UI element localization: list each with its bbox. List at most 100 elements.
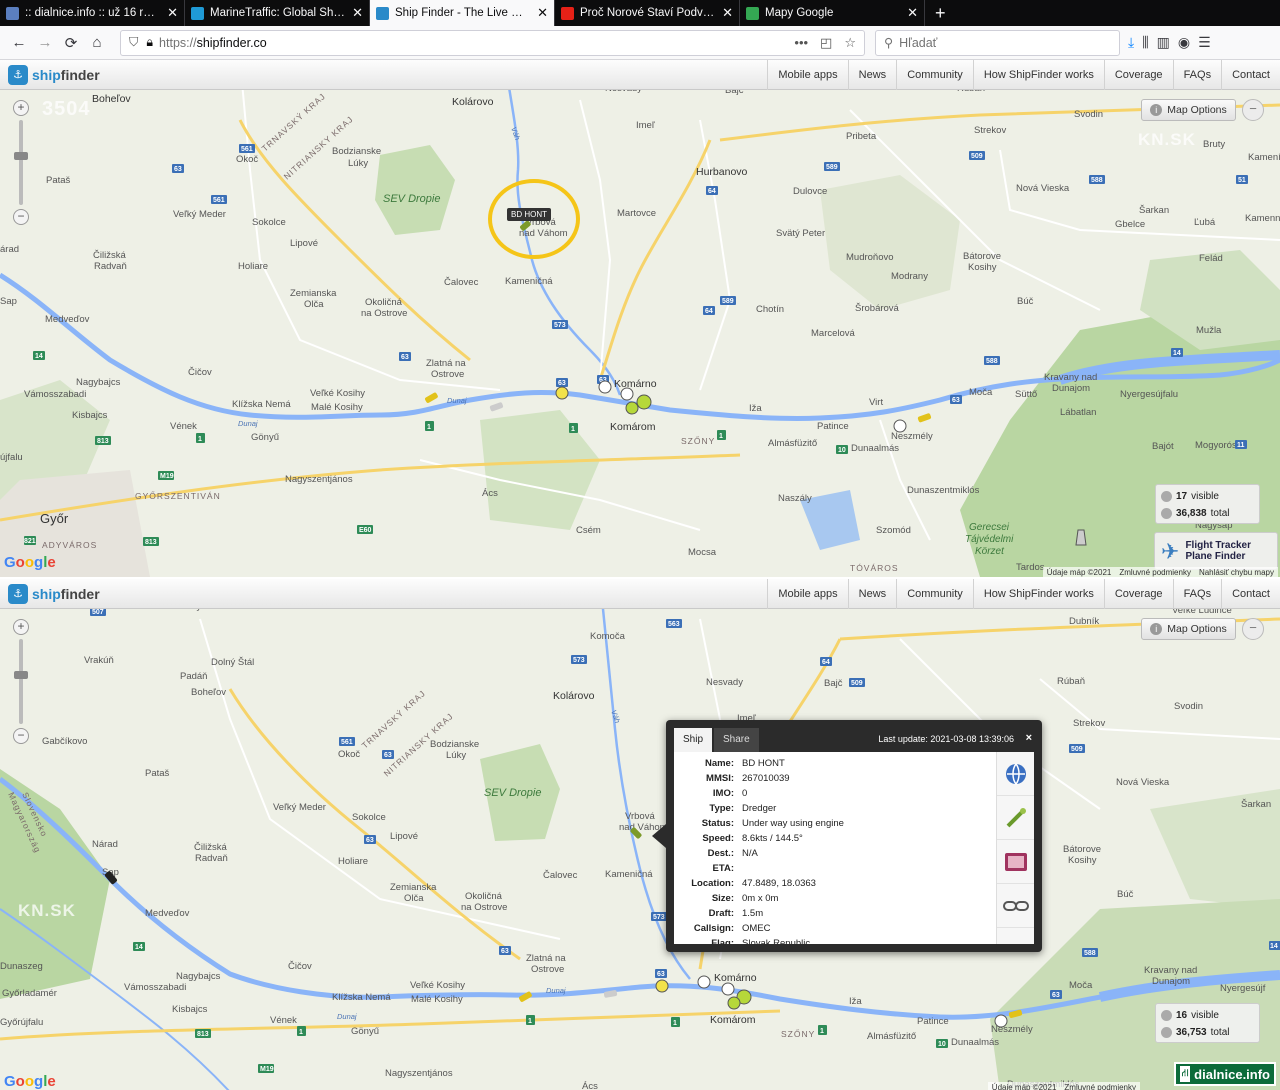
search-input[interactable]: ⚲ Hľadať bbox=[875, 29, 1120, 56]
menu-item[interactable]: Coverage bbox=[1103, 579, 1173, 609]
pocket-icon[interactable]: ◰ bbox=[820, 35, 832, 51]
svg-text:Vének: Vének bbox=[270, 1015, 297, 1026]
tab-share[interactable]: Share bbox=[714, 728, 759, 752]
shipfinder-logo[interactable]: ⚓ ship finder bbox=[8, 64, 100, 85]
menu-item[interactable]: Mobile apps bbox=[767, 60, 847, 90]
menu-item[interactable]: How ShipFinder works bbox=[972, 579, 1104, 609]
browser-tab[interactable]: Proč Norové Staví Podvodní Dá ✕ bbox=[555, 0, 740, 26]
menu-item[interactable]: News bbox=[847, 60, 897, 90]
account-icon[interactable]: ◉ bbox=[1178, 34, 1190, 51]
zoom-in-button[interactable]: + bbox=[13, 100, 29, 116]
menu-item[interactable]: Contact bbox=[1221, 579, 1280, 609]
menu-item[interactable]: Coverage bbox=[1103, 60, 1173, 90]
svg-text:1: 1 bbox=[427, 424, 431, 431]
globe-icon[interactable] bbox=[997, 752, 1034, 796]
detail-value: 267010039 bbox=[742, 773, 790, 784]
zoom-out-button[interactable]: − bbox=[13, 209, 29, 225]
menu-item[interactable]: FAQs bbox=[1172, 60, 1222, 90]
zoom-slider[interactable] bbox=[14, 120, 28, 205]
svg-text:Patince: Patince bbox=[817, 421, 849, 432]
svg-text:újfalu: újfalu bbox=[0, 452, 23, 463]
svg-text:14: 14 bbox=[35, 353, 43, 360]
svg-text:Vrakúň: Vrakúň bbox=[84, 655, 114, 666]
attribution-link[interactable]: Zmluvné podmienky bbox=[1064, 1083, 1136, 1090]
logo-text-ship: ship bbox=[32, 66, 61, 83]
attribution-link[interactable]: Údaje máp ©2021 bbox=[1047, 568, 1112, 577]
close-tab-icon[interactable]: ✕ bbox=[167, 5, 178, 21]
shield-icon[interactable]: ⛉ bbox=[129, 35, 138, 50]
menu-item[interactable]: Contact bbox=[1221, 60, 1280, 90]
zoom-control-bottom[interactable]: + − bbox=[11, 619, 31, 754]
close-tab-icon[interactable]: ✕ bbox=[352, 5, 363, 21]
menu-item[interactable]: Community bbox=[896, 579, 973, 609]
zoom-slider-handle[interactable] bbox=[14, 671, 28, 679]
svg-text:11: 11 bbox=[1237, 442, 1245, 449]
popup-pointer bbox=[652, 824, 666, 848]
attribution-link[interactable]: Údaje máp ©2021 bbox=[992, 1083, 1057, 1090]
shipfinder-logo[interactable]: ⚓ ship finder bbox=[8, 583, 100, 604]
minimize-button[interactable]: − bbox=[1242, 618, 1264, 640]
svg-text:Almásfüzitő: Almásfüzitő bbox=[768, 438, 817, 449]
detail-value: 1.5m bbox=[742, 908, 764, 919]
link-icon[interactable] bbox=[997, 884, 1034, 928]
zoom-slider[interactable] bbox=[14, 639, 28, 724]
close-icon[interactable]: × bbox=[1026, 732, 1032, 744]
svg-text:Dunajom: Dunajom bbox=[1052, 383, 1090, 394]
browser-tab[interactable]: Ship Finder - The Live Marine T ✕ bbox=[370, 0, 555, 26]
back-icon[interactable]: ← bbox=[6, 30, 32, 56]
bookmark-star-icon[interactable]: ☆ bbox=[844, 35, 856, 51]
tab-ship[interactable]: Ship bbox=[674, 728, 713, 752]
minimize-button[interactable]: − bbox=[1242, 99, 1264, 121]
svg-text:813: 813 bbox=[145, 539, 157, 546]
menu-item[interactable]: Mobile apps bbox=[767, 579, 847, 609]
svg-text:Lábatlan: Lábatlan bbox=[1060, 407, 1096, 418]
map-options-button[interactable]: i Map Options bbox=[1141, 618, 1236, 640]
zoom-slider-handle[interactable] bbox=[14, 152, 28, 160]
svg-text:Bátorove: Bátorove bbox=[1063, 844, 1101, 855]
library-icon[interactable]: ⫼ bbox=[1142, 34, 1148, 51]
menu-item[interactable]: News bbox=[847, 579, 897, 609]
svg-text:Zemianska: Zemianska bbox=[390, 882, 437, 893]
download-icon[interactable]: ⤓ bbox=[1128, 34, 1134, 51]
home-icon[interactable]: ⌂ bbox=[84, 30, 110, 56]
logo-text-finder: finder bbox=[60, 66, 100, 83]
zoom-in-button[interactable]: + bbox=[13, 619, 29, 635]
page-actions-icon[interactable]: ••• bbox=[794, 35, 808, 51]
browser-tab[interactable]: :: dialnice.info :: už 16 rokov o c ✕ bbox=[0, 0, 185, 26]
hamburger-menu-icon[interactable]: ☰ bbox=[1198, 34, 1211, 51]
zoom-out-button[interactable]: − bbox=[13, 728, 29, 744]
menu-item[interactable]: Community bbox=[896, 60, 973, 90]
svg-text:Kravany nad: Kravany nad bbox=[1144, 965, 1197, 976]
reload-icon[interactable]: ⟳ bbox=[58, 30, 84, 56]
svg-text:Dunaj: Dunaj bbox=[238, 419, 258, 428]
close-tab-icon[interactable]: ✕ bbox=[537, 5, 548, 21]
browser-tab[interactable]: Mapy Google ✕ bbox=[740, 0, 925, 26]
map-canvas-bottom[interactable]: Kútniky Topoľníky Dolný Bar Veľké Ludinc… bbox=[0, 579, 1280, 1090]
sidebar-icon[interactable]: ▥ bbox=[1157, 34, 1170, 51]
menu-item[interactable]: How ShipFinder works bbox=[972, 60, 1104, 90]
close-tab-icon[interactable]: ✕ bbox=[722, 5, 733, 21]
svg-text:Dubník: Dubník bbox=[1069, 616, 1099, 627]
close-tab-icon[interactable]: ✕ bbox=[907, 5, 918, 21]
map-options-button[interactable]: i Map Options bbox=[1141, 99, 1236, 121]
ship-name-tag[interactable]: BD HONT bbox=[507, 208, 551, 221]
svg-text:Kolárovo: Kolárovo bbox=[452, 96, 494, 108]
browser-tab[interactable]: MarineTraffic: Global Ship Trac ✕ bbox=[185, 0, 370, 26]
svg-text:Dunaj: Dunaj bbox=[447, 396, 467, 405]
visible-label: visible bbox=[1191, 491, 1219, 502]
favicon-icon bbox=[376, 6, 389, 20]
total-label: total bbox=[1210, 1027, 1230, 1038]
photo-icon[interactable] bbox=[997, 840, 1034, 884]
satellite-icon[interactable] bbox=[997, 796, 1034, 840]
menu-item[interactable]: FAQs bbox=[1172, 579, 1222, 609]
url-bar[interactable]: ⛉ 🔒︎ https://shipfinder.co ••• ◰ ☆ bbox=[120, 29, 865, 56]
zoom-control-top[interactable]: + − bbox=[11, 100, 31, 235]
attribution-link[interactable]: Zmluvné podmienky bbox=[1119, 568, 1191, 577]
svg-text:Šarkan: Šarkan bbox=[1241, 799, 1271, 810]
svg-text:Ľubá: Ľubá bbox=[1194, 217, 1216, 228]
attribution-link[interactable]: Nahlásiť chybu mapy bbox=[1199, 568, 1274, 577]
forward-icon[interactable]: → bbox=[32, 30, 58, 56]
new-tab-button[interactable]: + bbox=[925, 0, 956, 26]
map-canvas-top[interactable]: Boheľov Kolárovo Nesvady Bajč Rúbaň Doln… bbox=[0, 60, 1280, 577]
flight-tracker-link[interactable]: ✈ Flight Tracker Plane Finder bbox=[1154, 532, 1278, 570]
